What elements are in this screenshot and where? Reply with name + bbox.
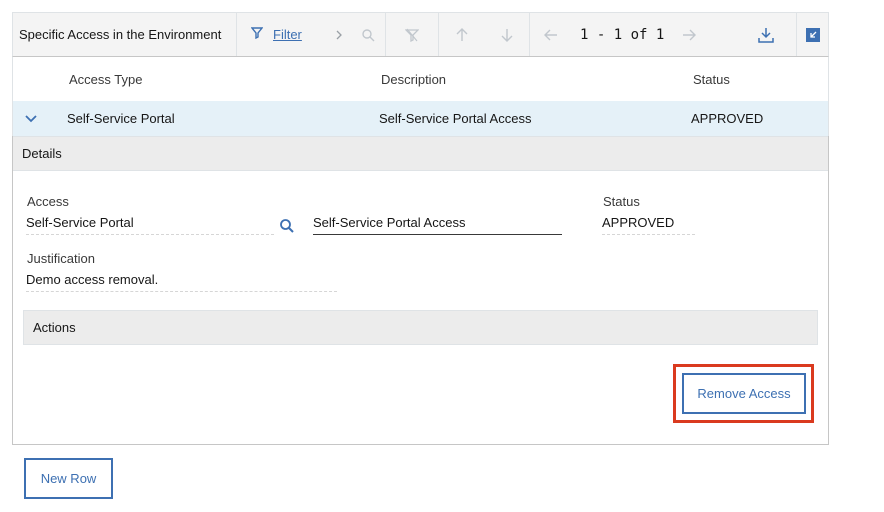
table-toolbar: Specific Access in the Environment Filte… — [12, 12, 829, 57]
arrow-down-icon[interactable] — [484, 13, 529, 56]
access-table-panel: Specific Access in the Environment Filte… — [12, 12, 829, 445]
table-title: Specific Access in the Environment — [13, 13, 237, 56]
arrow-up-icon[interactable] — [439, 13, 484, 56]
new-row-button[interactable]: New Row — [24, 458, 113, 499]
access-description-field[interactable]: Self-Service Portal Access — [313, 215, 562, 235]
details-header: Details — [13, 136, 828, 171]
filter-button[interactable]: Filter — [237, 13, 327, 56]
column-header-description[interactable]: Description — [381, 57, 446, 101]
cell-status: APPROVED — [691, 111, 764, 126]
collapse-icon[interactable] — [797, 13, 828, 56]
arrow-left-icon[interactable] — [530, 13, 562, 56]
cell-description: Self-Service Portal Access — [379, 111, 532, 126]
details-panel: Details Access Self-Service Portal Self-… — [12, 136, 829, 445]
status-label: Status — [603, 194, 640, 209]
table-header: Access Type Description Status — [12, 57, 829, 101]
cell-access-type: Self-Service Portal — [67, 111, 175, 126]
search-icon[interactable] — [279, 218, 295, 239]
table-row[interactable]: Self-Service Portal Self-Service Portal … — [12, 101, 829, 136]
clear-filter-icon[interactable] — [386, 13, 438, 56]
status-value: APPROVED — [602, 215, 695, 235]
pager-text: 1 - 1 of 1 — [580, 26, 665, 43]
access-field[interactable]: Self-Service Portal — [26, 215, 274, 235]
chevron-down-icon[interactable] — [25, 101, 37, 136]
arrow-right-icon[interactable] — [682, 13, 697, 56]
column-header-status[interactable]: Status — [693, 57, 730, 101]
filter-label: Filter — [273, 27, 302, 42]
column-header-access-type[interactable]: Access Type — [69, 57, 142, 101]
search-icon[interactable] — [351, 13, 385, 56]
remove-access-button[interactable]: Remove Access — [682, 373, 806, 414]
justification-field[interactable]: Demo access removal. — [26, 272, 337, 292]
access-label: Access — [27, 194, 69, 209]
filter-icon — [250, 27, 264, 42]
chevron-right-icon[interactable] — [327, 13, 351, 56]
justification-label: Justification — [27, 251, 95, 266]
download-icon[interactable] — [736, 13, 796, 56]
actions-header: Actions — [23, 310, 818, 345]
